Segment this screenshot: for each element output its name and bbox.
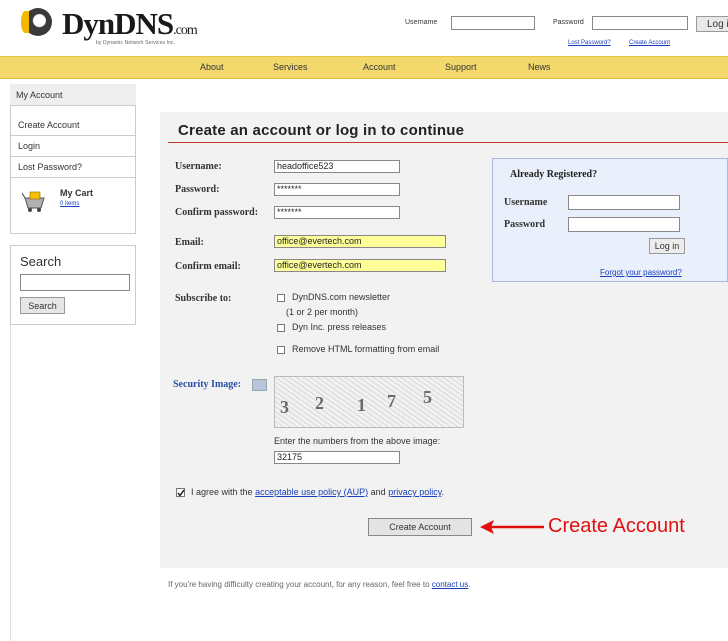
- captcha-prompt: Enter the numbers from the above image:: [274, 436, 441, 446]
- dyndns-logo-icon: [21, 8, 52, 36]
- already-registered-title: Already Registered?: [510, 169, 598, 180]
- captcha-digit: 3: [280, 397, 289, 417]
- cart-title: My Cart: [60, 188, 94, 198]
- username-label: Username:: [175, 161, 222, 172]
- email-input[interactable]: office@evertech.com: [274, 235, 446, 248]
- page-title: Create an account or log in to continue: [178, 122, 465, 139]
- agree-checkbox[interactable]: [176, 488, 185, 497]
- confirm-email-input[interactable]: office@evertech.com: [274, 259, 446, 272]
- security-image-label: Security Image:: [173, 379, 242, 390]
- header-lost-password-link[interactable]: Lost Password?: [568, 40, 611, 46]
- subscribe-label: Subscribe to:: [175, 293, 232, 304]
- nav-item-news[interactable]: News: [528, 62, 551, 72]
- cart-items-link[interactable]: 0 items: [60, 201, 79, 207]
- header-username-label: Username: [405, 19, 438, 26]
- nav-item-account[interactable]: Account: [363, 62, 396, 72]
- search-title: Search: [20, 254, 62, 269]
- captcha-digit: 5: [423, 387, 432, 407]
- confirm-password-input[interactable]: *******: [274, 206, 400, 219]
- footer-message: If you're having difficulty creating you…: [168, 580, 430, 589]
- remove-html-checkbox[interactable]: [277, 346, 285, 354]
- captcha-digit: 2: [315, 393, 324, 413]
- logo-subtitle: by Dynamic Network Services Inc.: [96, 40, 176, 46]
- login-password-input[interactable]: [568, 217, 680, 232]
- create-account-button[interactable]: Create Account: [368, 518, 472, 536]
- sidebar-item-create-account[interactable]: Create Account: [10, 115, 136, 136]
- newsletter-frequency-note: (1 or 2 per month): [286, 307, 359, 317]
- newsletter-label: DynDNS.com newsletter: [292, 292, 391, 302]
- annotation-label: Create Account: [548, 515, 685, 537]
- sidebar-item-login[interactable]: Login: [10, 136, 136, 157]
- press-releases-label: Dyn Inc. press releases: [292, 322, 387, 332]
- sidebar-item-lost-password[interactable]: Lost Password?: [10, 157, 136, 178]
- captcha-image: 3 2 1 7 5: [274, 376, 464, 428]
- email-label: Email:: [175, 237, 204, 248]
- header-login-button[interactable]: Log i: [696, 16, 728, 32]
- password-label: Password:: [175, 184, 220, 195]
- username-input[interactable]: headoffice523: [274, 160, 400, 173]
- footer-text: If you're having difficulty creating you…: [168, 580, 470, 589]
- newsletter-checkbox[interactable]: [277, 294, 285, 302]
- forgot-password-link[interactable]: Forgot your password?: [600, 268, 682, 277]
- title-divider: [168, 142, 728, 143]
- remove-html-label: Remove HTML formatting from email: [292, 344, 440, 354]
- agree-text: I agree with the acceptable use policy (…: [191, 487, 444, 497]
- security-info-icon[interactable]: [252, 379, 267, 391]
- login-button[interactable]: Log in: [649, 238, 685, 254]
- login-username-input[interactable]: [568, 195, 680, 210]
- confirm-password-label: Confirm password:: [175, 207, 259, 218]
- agree-suffix: .: [441, 487, 445, 497]
- privacy-policy-link[interactable]: privacy policy: [388, 487, 441, 497]
- annotation-arrow-icon: [478, 517, 546, 537]
- press-releases-checkbox[interactable]: [277, 324, 285, 332]
- password-input[interactable]: *******: [274, 183, 400, 196]
- login-username-label: Username: [504, 197, 548, 208]
- captcha-input[interactable]: 32175: [274, 451, 400, 464]
- captcha-digit: 7: [387, 391, 396, 411]
- sidebar-divider: [10, 325, 11, 641]
- login-password-label: Password: [504, 219, 546, 230]
- confirm-email-label: Confirm email:: [175, 261, 241, 272]
- aup-link[interactable]: acceptable use policy (AUP): [255, 487, 368, 497]
- search-input[interactable]: [20, 274, 130, 291]
- contact-us-link[interactable]: contact us: [432, 580, 468, 589]
- nav-item-support[interactable]: Support: [445, 62, 477, 72]
- agree-and: and: [370, 487, 386, 497]
- footer-end: .: [468, 580, 471, 589]
- nav-item-services[interactable]: Services: [273, 62, 308, 72]
- header-password-label: Password: [553, 19, 584, 26]
- search-button[interactable]: Search: [20, 297, 65, 314]
- shopping-cart-icon[interactable]: [21, 190, 50, 212]
- nav-item-about[interactable]: About: [200, 62, 224, 72]
- captcha-digit: 1: [357, 395, 366, 415]
- header-password-input[interactable]: [592, 16, 688, 30]
- site-logo[interactable]: DynDNS.com: [62, 6, 198, 42]
- header-create-account-link[interactable]: Create Account: [629, 40, 670, 46]
- agree-prefix: I agree with the: [191, 487, 253, 497]
- header-username-input[interactable]: [451, 16, 535, 30]
- sidebar-header: My Account: [10, 84, 136, 106]
